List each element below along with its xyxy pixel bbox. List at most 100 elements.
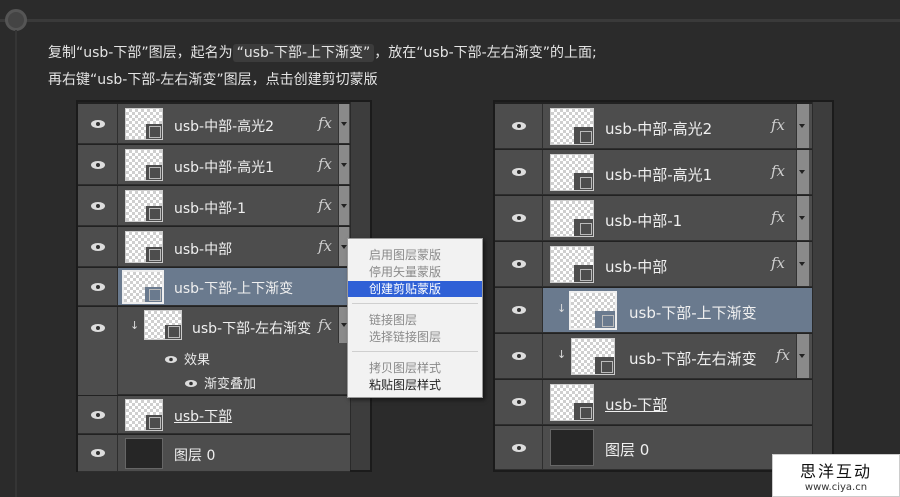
fx-icon[interactable]: fx — [318, 316, 332, 334]
visibility-eye-icon[interactable] — [78, 307, 118, 395]
menu-separator — [352, 303, 478, 304]
visibility-eye-icon[interactable] — [495, 196, 543, 240]
layer-name[interactable]: usb-下部 — [174, 406, 232, 426]
visibility-eye-icon[interactable] — [78, 104, 118, 143]
layer-thumbnail — [550, 384, 594, 421]
fx-expand-button[interactable] — [796, 150, 809, 194]
visibility-eye-icon[interactable] — [78, 145, 118, 184]
layer-row[interactable]: usb-中部-高光2 fx — [495, 104, 812, 149]
layer-thumbnail — [125, 399, 163, 431]
effect-eye-icon[interactable] — [164, 353, 178, 368]
layer-name[interactable]: usb-中部-高光2 — [174, 116, 274, 136]
layer-name[interactable]: usb-中部-1 — [174, 198, 246, 218]
fx-expand-button[interactable] — [338, 104, 349, 143]
menu-item-enable-layer-mask[interactable]: 启用图层蒙版 — [348, 247, 482, 263]
layer-thumbnail — [550, 200, 594, 237]
layer-name[interactable]: usb-中部-高光1 — [605, 164, 712, 185]
layer-row[interactable]: ↓ usb-下部-左右渐变 fx — [495, 334, 812, 379]
layer-name[interactable]: usb-下部-左右渐变 — [192, 318, 311, 338]
layer-row[interactable]: usb-中部 fx — [495, 242, 812, 287]
layer-name[interactable]: usb-中部-1 — [605, 210, 682, 231]
visibility-eye-icon[interactable] — [78, 435, 118, 471]
menu-item-link-layers[interactable]: 链接图层 — [348, 312, 482, 328]
visibility-eye-icon[interactable] — [495, 334, 543, 378]
fx-expand-button[interactable] — [338, 186, 349, 225]
layers-panel-after: usb-中部-高光2 fx usb-中部-高光1 fx usb-中部-1 fx … — [493, 100, 834, 472]
layer-name[interactable]: usb-下部-上下渐变 — [174, 278, 293, 298]
menu-item-paste-layer-style[interactable]: 粘贴图层样式 — [348, 377, 482, 393]
fx-expand-button[interactable] — [796, 104, 809, 148]
layer-thumbnail — [550, 108, 594, 145]
visibility-eye-icon[interactable] — [495, 150, 543, 194]
layers-panel-before: usb-中部-高光2 fx usb-中部-高光1 fx usb-中部-1 fx … — [76, 100, 372, 472]
layer-row[interactable]: usb-中部-高光2 fx — [78, 104, 350, 144]
fx-icon[interactable]: fx — [771, 208, 785, 226]
layer-row-selected[interactable]: ↓ usb-下部-上下渐变 — [495, 288, 812, 333]
fx-icon[interactable]: fx — [771, 254, 785, 272]
fx-icon[interactable]: fx — [318, 237, 332, 255]
visibility-eye-icon[interactable] — [495, 380, 543, 424]
layer-row[interactable]: ↓ usb-下部-左右渐变 fx 效果 渐变叠加 — [78, 307, 350, 395]
visibility-eye-icon[interactable] — [78, 186, 118, 225]
layer-thumbnail — [125, 149, 163, 181]
layer-row[interactable]: usb-中部-1 fx — [78, 186, 350, 226]
visibility-eye-icon[interactable] — [495, 426, 543, 469]
layer-row[interactable]: 图层 0 — [495, 426, 812, 470]
visibility-eye-icon[interactable] — [78, 227, 118, 266]
timeline-node-icon — [5, 9, 27, 31]
layer-row[interactable]: usb-中部-1 fx — [495, 196, 812, 241]
instruction-text: 复制“usb-下部”图层，起名为 “usb-下部-上下渐变” ，放在“usb-下部-… — [48, 40, 597, 94]
layer-row-selected[interactable]: usb-下部-上下渐变 — [78, 268, 350, 306]
visibility-eye-icon[interactable] — [495, 242, 543, 286]
layer-name[interactable]: usb-中部 — [174, 239, 232, 259]
layer-name[interactable]: 图层 0 — [605, 439, 649, 460]
effect-item-row[interactable]: 渐变叠加 — [184, 373, 256, 392]
visibility-eye-icon[interactable] — [495, 104, 543, 148]
layer-row[interactable]: 图层 0 — [78, 435, 350, 472]
layer-name[interactable]: usb-中部-高光2 — [605, 118, 712, 139]
instruction-line1-a: 复制“usb-下部”图层，起名为 — [48, 45, 233, 61]
layer-thumbnail — [125, 231, 163, 263]
fx-expand-button[interactable] — [796, 334, 809, 378]
clipping-arrow-icon: ↓ — [130, 319, 140, 332]
fx-icon[interactable]: fx — [318, 196, 332, 214]
vector-mask-icon — [149, 249, 161, 261]
visibility-eye-icon[interactable] — [78, 396, 118, 433]
menu-item-disable-vector-mask[interactable]: 停用矢量蒙版 — [348, 264, 482, 280]
effects-row[interactable]: 效果 — [164, 349, 210, 368]
layer-name[interactable]: usb-下部-左右渐变 — [629, 348, 757, 369]
fx-icon[interactable]: fx — [318, 114, 332, 132]
layer-name[interactable]: usb-下部 — [605, 394, 667, 415]
fx-icon[interactable]: fx — [771, 162, 785, 180]
panel-scrollbar[interactable] — [812, 102, 832, 470]
vector-mask-icon — [601, 361, 613, 373]
vector-mask-icon — [168, 326, 180, 338]
visibility-eye-icon[interactable] — [495, 288, 543, 332]
layer-name[interactable]: usb-中部-高光1 — [174, 157, 274, 177]
fx-expand-button[interactable] — [796, 242, 809, 286]
layer-name[interactable]: usb-下部-上下渐变 — [629, 302, 757, 323]
layer-row[interactable]: usb-中部 fx — [78, 227, 350, 267]
menu-item-copy-layer-style[interactable]: 拷贝图层样式 — [348, 360, 482, 376]
layer-thumbnail — [569, 291, 617, 330]
layer-row[interactable]: usb-中部-高光1 fx — [495, 150, 812, 195]
effect-eye-icon[interactable] — [184, 377, 198, 392]
fx-expand-button[interactable] — [338, 145, 349, 184]
layer-row[interactable]: usb-下部 — [78, 396, 350, 434]
layer-thumbnail — [571, 338, 615, 375]
fx-expand-button[interactable] — [796, 196, 809, 240]
layer-row[interactable]: usb-中部-高光1 fx — [78, 145, 350, 185]
effects-label: 效果 — [184, 353, 211, 368]
layer-thumbnail — [144, 310, 182, 340]
layer-name[interactable]: usb-中部 — [605, 256, 667, 277]
fx-icon[interactable]: fx — [318, 155, 332, 173]
menu-item-create-clipping-mask[interactable]: 创建剪贴蒙版 — [348, 281, 482, 297]
fx-icon[interactable]: fx — [776, 346, 790, 364]
fx-icon[interactable]: fx — [771, 116, 785, 134]
layer-name[interactable]: 图层 0 — [174, 445, 215, 465]
top-divider — [0, 19, 900, 22]
visibility-eye-icon[interactable] — [78, 268, 118, 305]
vector-mask-icon — [149, 289, 161, 301]
layer-row[interactable]: usb-下部 — [495, 380, 812, 425]
menu-item-select-linked-layers[interactable]: 选择链接图层 — [348, 329, 482, 345]
